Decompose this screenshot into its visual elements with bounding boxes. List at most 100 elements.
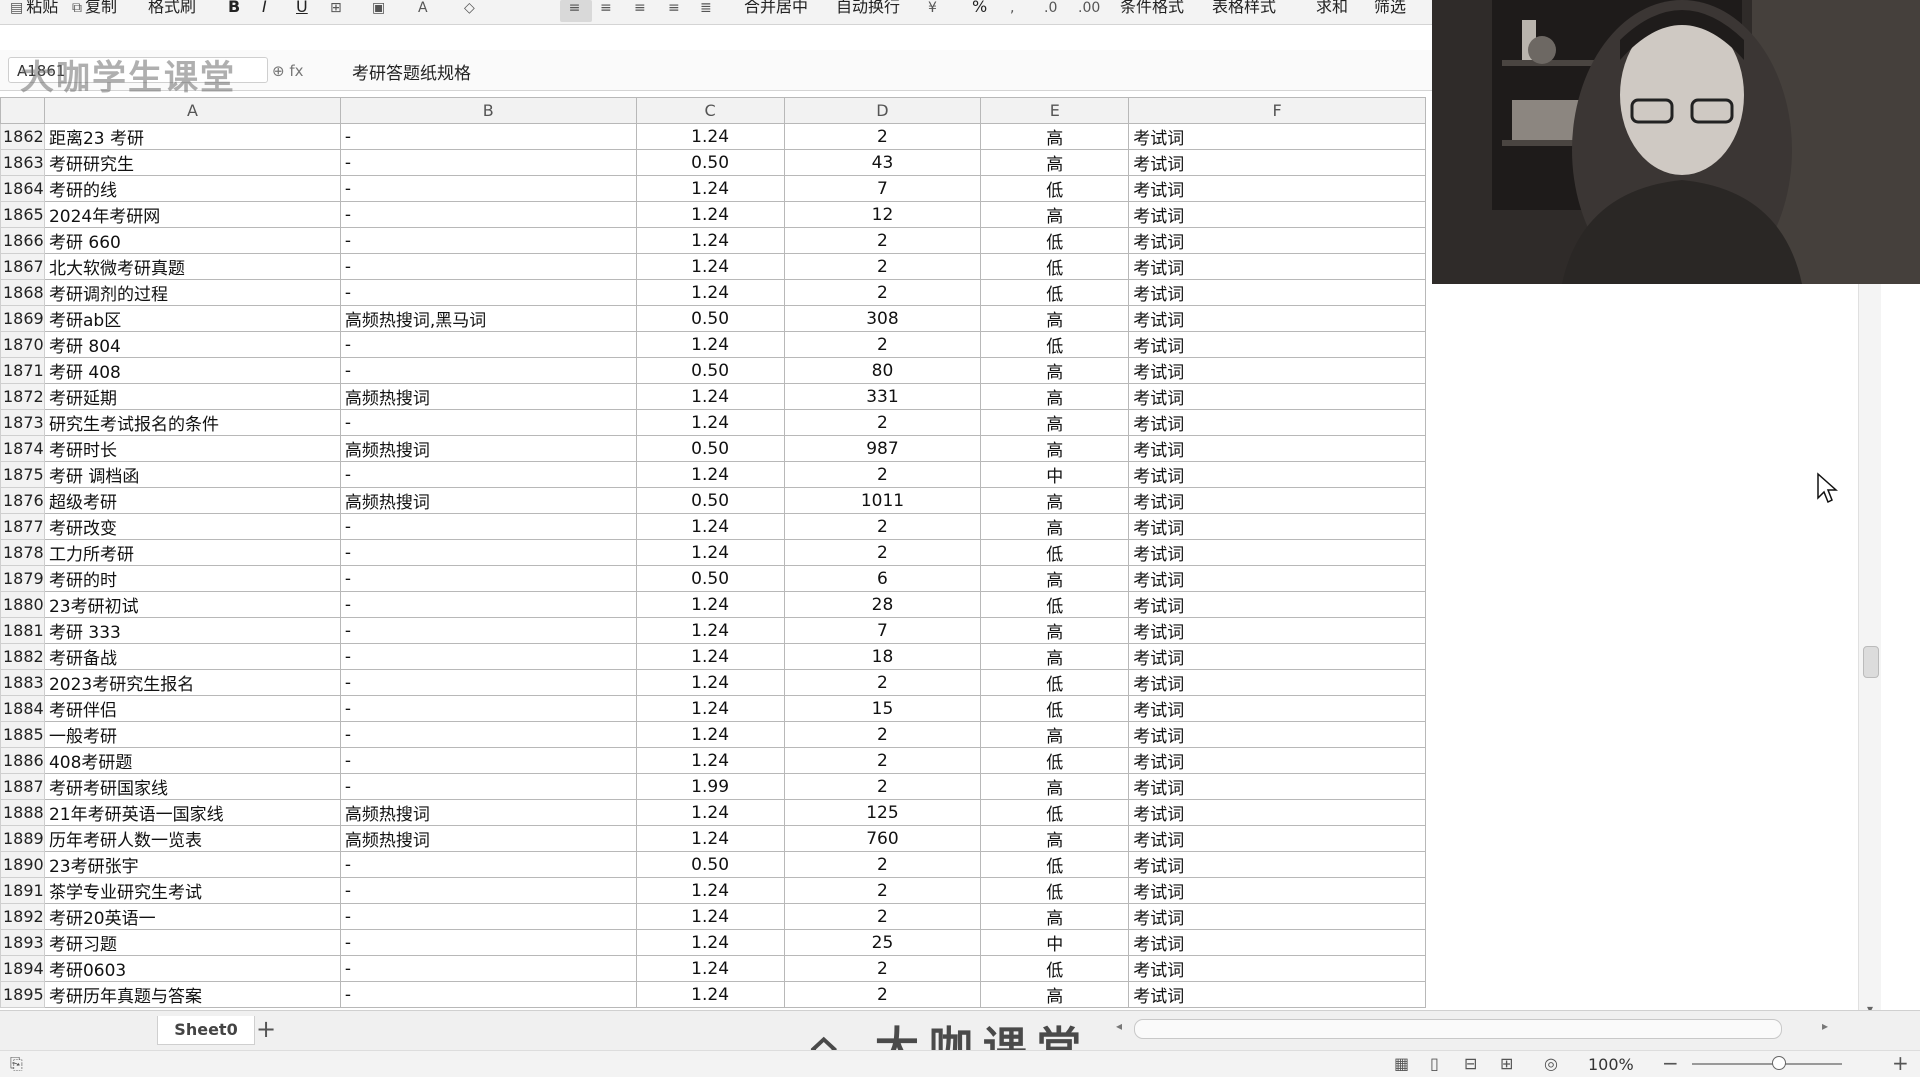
cell-value-d[interactable]: 2 [783,253,982,280]
table-row[interactable]: 1881 考研 333-1.24 7 高考试词 [0,617,1426,644]
formula-input[interactable]: 考研答题纸规格 [352,59,471,84]
distribute-button[interactable]: ≣ [700,0,715,22]
cell-level[interactable]: 低 [980,279,1130,306]
cell-tag[interactable]: - [339,773,637,800]
cell-level[interactable]: 高 [980,149,1130,176]
cell-level[interactable]: 低 [980,851,1130,878]
cell-keyword[interactable]: 考研习题 [43,929,341,956]
cell-tag[interactable]: - [339,149,637,176]
row-number[interactable]: 1877 [0,513,45,540]
cell-value-d[interactable]: 2 [783,123,982,150]
table-row[interactable]: 1887 考研考研国家线 -1.99 2 高考试词 [0,773,1426,800]
cell-value-c[interactable]: 1.24 [635,929,785,956]
row-number[interactable]: 1869 [0,305,45,332]
underline-button[interactable]: U [296,0,308,22]
cell-category[interactable]: 考试词 [1128,383,1426,410]
cell-value-d[interactable]: 2 [783,747,982,774]
cell-level[interactable]: 低 [980,253,1130,280]
cell-keyword[interactable]: 考研的时 [43,565,341,592]
cell-value-d[interactable]: 2 [783,773,982,800]
cell-category[interactable]: 考试词 [1128,539,1426,566]
scroll-left-icon[interactable]: ◂ [1116,1019,1122,1033]
cell-tag[interactable]: - [339,565,637,592]
cell-value-c[interactable]: 1.24 [635,279,785,306]
row-number[interactable]: 1878 [0,539,45,566]
cell-tag[interactable]: - [339,617,637,644]
cell-tag[interactable]: - [339,461,637,488]
table-row[interactable]: 1872 考研延期 高频热搜词 1.24 331 高考试词 [0,383,1426,410]
cell-tag[interactable]: - [339,279,637,306]
cell-level[interactable]: 低 [980,877,1130,904]
sheet-tab-sheet0[interactable]: Sheet0 [157,1016,255,1045]
cell-keyword[interactable]: 考研备战 [43,643,341,670]
cell-level[interactable]: 高 [980,981,1130,1008]
row-number[interactable]: 1881 [0,617,45,644]
table-row[interactable]: 1864 考研的线 -1.24 7 低考试词 [0,175,1426,202]
cell-level[interactable]: 中 [980,929,1130,956]
percent-button[interactable]: % [972,0,987,22]
cell-value-d[interactable]: 43 [783,149,982,176]
cell-value-d[interactable]: 15 [783,695,982,722]
cell-category[interactable]: 考试词 [1128,253,1426,280]
cell-value-c[interactable]: 0.50 [635,851,785,878]
cell-keyword[interactable]: 21年考研英语一国家线 [43,799,341,826]
cell-category[interactable]: 考试词 [1128,175,1426,202]
cell-level[interactable]: 低 [980,175,1130,202]
page-layout-icon[interactable]: ▯ [1430,1054,1439,1073]
table-row[interactable]: 1890 23考研张宇 -0.50 2 低考试词 [0,851,1426,878]
row-number[interactable]: 1866 [0,227,45,254]
cell-keyword[interactable]: 距离23 考研 [43,123,341,150]
cell-value-c[interactable]: 1.99 [635,773,785,800]
row-number[interactable]: 1888 [0,799,45,826]
row-number[interactable]: 1890 [0,851,45,878]
cell-level[interactable]: 高 [980,903,1130,930]
cell-category[interactable]: 考试词 [1128,929,1426,956]
cell-value-c[interactable]: 1.24 [635,513,785,540]
cell-value-d[interactable]: 7 [783,617,982,644]
cell-keyword[interactable]: 北大软微考研真题 [43,253,341,280]
cell-value-c[interactable]: 1.24 [635,747,785,774]
row-number[interactable]: 1887 [0,773,45,800]
cell-category[interactable]: 考试词 [1128,669,1426,696]
cell-level[interactable]: 低 [980,955,1130,982]
decrease-decimal-button[interactable]: .00 [1078,0,1103,22]
cell-level[interactable]: 高 [980,617,1130,644]
cell-value-c[interactable]: 1.24 [635,669,785,696]
cell-category[interactable]: 考试词 [1128,305,1426,332]
cell-tag[interactable]: - [339,877,637,904]
table-row[interactable]: 1863 考研研究生 -0.50 43 高考试词 [0,149,1426,176]
align-center-button[interactable]: ≡ [600,0,615,22]
cell-value-d[interactable]: 2 [783,877,982,904]
zoom-icon[interactable]: ⊕ [272,62,285,80]
cell-tag[interactable]: - [339,253,637,280]
font-color-button[interactable]: A [418,0,431,22]
clear-button[interactable]: ◇ [464,0,478,22]
cell-tag[interactable]: - [339,981,637,1008]
row-number[interactable]: 1870 [0,331,45,358]
row-number[interactable]: 1867 [0,253,45,280]
cell-value-c[interactable]: 1.24 [635,409,785,436]
row-number[interactable]: 1872 [0,383,45,410]
cell-category[interactable]: 考试词 [1128,487,1426,514]
horizontal-scrollbar[interactable] [1134,1019,1782,1039]
cell-level[interactable]: 高 [980,825,1130,852]
cell-value-c[interactable]: 0.50 [635,565,785,592]
cell-keyword[interactable]: 考研 调档函 [43,461,341,488]
row-number[interactable]: 1882 [0,643,45,670]
row-number[interactable]: 1865 [0,201,45,228]
cell-tag[interactable]: - [339,695,637,722]
cell-level[interactable]: 低 [980,695,1130,722]
cell-value-c[interactable]: 1.24 [635,617,785,644]
cell-value-c[interactable]: 1.24 [635,591,785,618]
cell-level[interactable]: 高 [980,643,1130,670]
row-number[interactable]: 1868 [0,279,45,306]
cell-value-d[interactable]: 2 [783,461,982,488]
table-row[interactable]: 1895 考研历年真题与答案 -1.24 2 高考试词 [0,981,1426,1008]
cell-tag[interactable]: - [339,201,637,228]
row-number[interactable]: 1876 [0,487,45,514]
cell-value-c[interactable]: 0.50 [635,487,785,514]
normal-view-icon[interactable]: ▦ [1394,1054,1409,1073]
row-number[interactable]: 1885 [0,721,45,748]
cell-category[interactable]: 考试词 [1128,799,1426,826]
cell-value-d[interactable]: 6 [783,565,982,592]
